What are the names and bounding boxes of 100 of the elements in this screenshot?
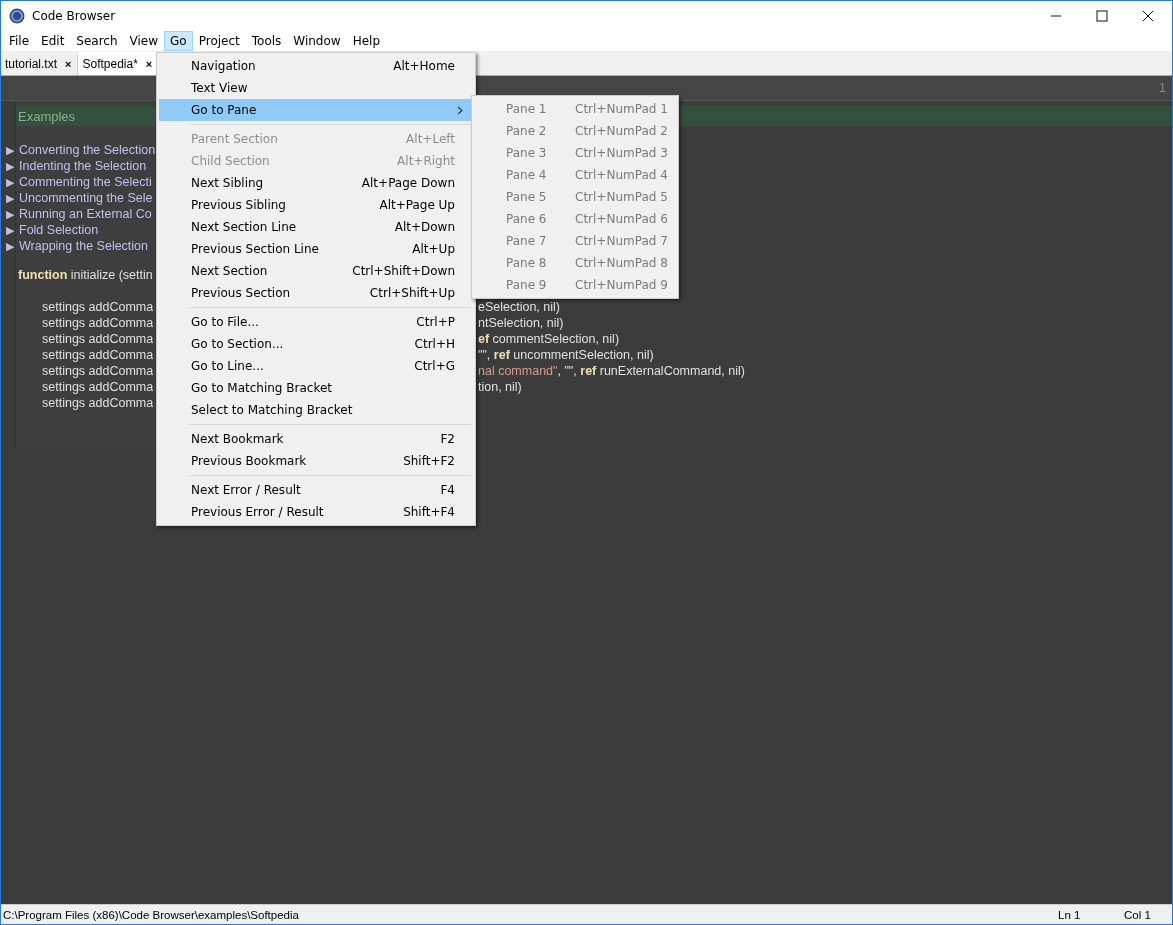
entry-label: Pane 6 xyxy=(506,212,548,226)
shortcut-label: Ctrl+NumPad 6 xyxy=(575,212,668,226)
fold-marker[interactable]: ▶ xyxy=(2,223,19,237)
fold-marker[interactable]: ▶ xyxy=(2,239,19,253)
shortcut-label: Alt+Page Up xyxy=(379,198,455,212)
entry-label: Next Bookmark xyxy=(191,432,285,446)
code-line: settings addComma xyxy=(42,396,154,410)
shortcut-label: Ctrl+NumPad 1 xyxy=(575,102,668,116)
shortcut-label: Ctrl+P xyxy=(416,315,455,329)
outline-item[interactable]: Running an External Co xyxy=(19,207,152,221)
entry-label: Go to File... xyxy=(191,315,260,329)
code-line: settings addComma xyxy=(42,380,154,394)
menu-item[interactable]: Tools xyxy=(245,31,288,51)
code-line: settings addComma xyxy=(42,300,154,314)
chevron-icon xyxy=(457,105,463,115)
menu-item[interactable]: Help xyxy=(346,31,386,51)
maximize-icon[interactable] xyxy=(1096,10,1108,22)
menu-entry[interactable]: Next Section Line Alt+Down xyxy=(159,216,473,238)
fold-marker[interactable]: ▶ xyxy=(2,159,19,173)
menu-entry[interactable]: Next Error / Result F4 xyxy=(159,479,473,501)
fold-marker[interactable]: ▶ xyxy=(2,191,19,205)
menu-entry[interactable]: Previous Bookmark Shift+F2 xyxy=(159,450,473,472)
shortcut-label: Ctrl+G xyxy=(414,359,455,373)
menu-entry[interactable]: Previous Section Ctrl+Shift+Up xyxy=(159,282,473,304)
menu-entry[interactable]: Text View xyxy=(159,77,473,99)
shortcut-label: Alt+Up xyxy=(412,242,455,256)
code-line: ef commentSelection, nil) xyxy=(478,332,620,348)
menu-entry[interactable]: Go to Line... Ctrl+G xyxy=(159,355,473,377)
outline-item[interactable]: Wrapping the Selection xyxy=(19,239,149,253)
entry-label: Go to Section... xyxy=(191,337,285,351)
menu-item[interactable]: File xyxy=(3,31,36,51)
entry-label: Navigation xyxy=(191,59,257,73)
outline-item[interactable]: Commenting the Selecti xyxy=(19,175,152,189)
menu-item[interactable]: Search xyxy=(70,31,124,51)
close-icon[interactable] xyxy=(1142,10,1154,22)
outline-item[interactable]: Uncommenting the Sele xyxy=(19,191,153,205)
outline-item[interactable]: Converting the Selection xyxy=(19,143,156,157)
entry-label: Next Section Line xyxy=(191,220,298,234)
code-line: settings addComma xyxy=(42,316,154,330)
menu-entry[interactable]: Go to Pane xyxy=(159,99,473,121)
outline-item[interactable]: Fold Selection xyxy=(19,223,99,237)
entry-label: Pane 5 xyxy=(506,190,548,204)
code-line: tion, nil) xyxy=(478,380,522,396)
menu-item[interactable]: Go xyxy=(164,31,193,51)
code-line: "", ref uncommentSelection, nil) xyxy=(478,348,654,364)
shortcut-label: F4 xyxy=(440,483,455,497)
entry-label: Pane 2 xyxy=(506,124,548,138)
menu-entry[interactable]: Go to File... Ctrl+P xyxy=(159,311,473,333)
fold-marker[interactable]: ▶ xyxy=(2,175,19,189)
entry-label: Pane 4 xyxy=(506,168,548,182)
entry-label: Go to Matching Bracket xyxy=(191,381,334,395)
menu-entry[interactable]: Previous Sibling Alt+Page Up xyxy=(159,194,473,216)
tab-close-button[interactable]: × xyxy=(145,58,153,70)
column-number: Col 1 xyxy=(1124,908,1152,921)
shortcut-label: Alt+Down xyxy=(394,220,455,234)
entry-label: Pane 3 xyxy=(506,146,548,160)
entry-label: Previous Sibling xyxy=(191,198,287,212)
code-line: function initialize (settin xyxy=(18,268,153,282)
menu-entry[interactable]: Navigation Alt+Home xyxy=(159,55,473,77)
outline-item[interactable]: Indenting the Selection xyxy=(19,159,147,173)
menu-entry[interactable]: Next Bookmark F2 xyxy=(159,428,473,450)
shortcut-label: Alt+Left xyxy=(406,132,455,146)
menu-entry[interactable]: Previous Section Line Alt+Up xyxy=(159,238,473,260)
menu-entry[interactable]: Next Sibling Alt+Page Down xyxy=(159,172,473,194)
tab-close-button[interactable]: × xyxy=(65,58,72,70)
shortcut-label: F2 xyxy=(440,432,455,446)
shortcut-label: Ctrl+NumPad 4 xyxy=(575,168,668,182)
window-title: Code Browser xyxy=(32,9,116,23)
entry-label: Previous Section Line xyxy=(191,242,320,256)
menu-entry[interactable]: Go to Matching Bracket xyxy=(159,377,473,399)
code-line: settings addComma xyxy=(42,332,154,346)
code-line: nal command", "", ref runExternalCommand, nil) xyxy=(478,364,745,380)
menu-entry[interactable]: Go to Section... Ctrl+H xyxy=(159,333,473,355)
menu-entry[interactable]: Previous Error / Result Shift+F4 xyxy=(159,501,473,523)
entry-label: Parent Section xyxy=(191,132,279,146)
tab-label: Softpedia* xyxy=(82,57,138,71)
entry-label: Previous Bookmark xyxy=(191,454,308,468)
code-line: settings addComma xyxy=(42,348,154,362)
entry-label: Previous Section xyxy=(191,286,292,300)
entry-label: Go to Line... xyxy=(191,359,265,373)
menu-entry[interactable]: Select to Matching Bracket xyxy=(159,399,473,421)
shortcut-label: Ctrl+NumPad 2 xyxy=(575,124,668,138)
menu-item[interactable]: Project xyxy=(192,31,246,51)
app-logo-icon xyxy=(9,8,25,24)
shortcut-label: Ctrl+NumPad 8 xyxy=(575,256,668,270)
shortcut-label: Ctrl+NumPad 9 xyxy=(575,278,668,292)
file-path: C:\Program Files (x86)\Code Browser\examples\Softpedia xyxy=(3,908,300,921)
menu-item[interactable]: Window xyxy=(287,31,347,51)
section-title: Examples xyxy=(18,108,76,124)
menu-entry[interactable]: Next Section Ctrl+Shift+Down xyxy=(159,260,473,282)
entry-label: Next Error / Result xyxy=(191,483,302,497)
entry-label: Next Section xyxy=(191,264,269,278)
fold-marker[interactable]: ▶ xyxy=(2,207,19,221)
shortcut-label: Ctrl+Shift+Up xyxy=(369,286,455,300)
fold-marker[interactable]: ▶ xyxy=(2,143,19,157)
shortcut-label: Ctrl+NumPad 7 xyxy=(575,234,668,248)
entry-label: Go to Pane xyxy=(191,103,258,117)
menu-item[interactable]: View xyxy=(123,31,165,51)
menu-item[interactable]: Edit xyxy=(35,31,71,51)
shortcut-label: Shift+F4 xyxy=(403,505,455,519)
